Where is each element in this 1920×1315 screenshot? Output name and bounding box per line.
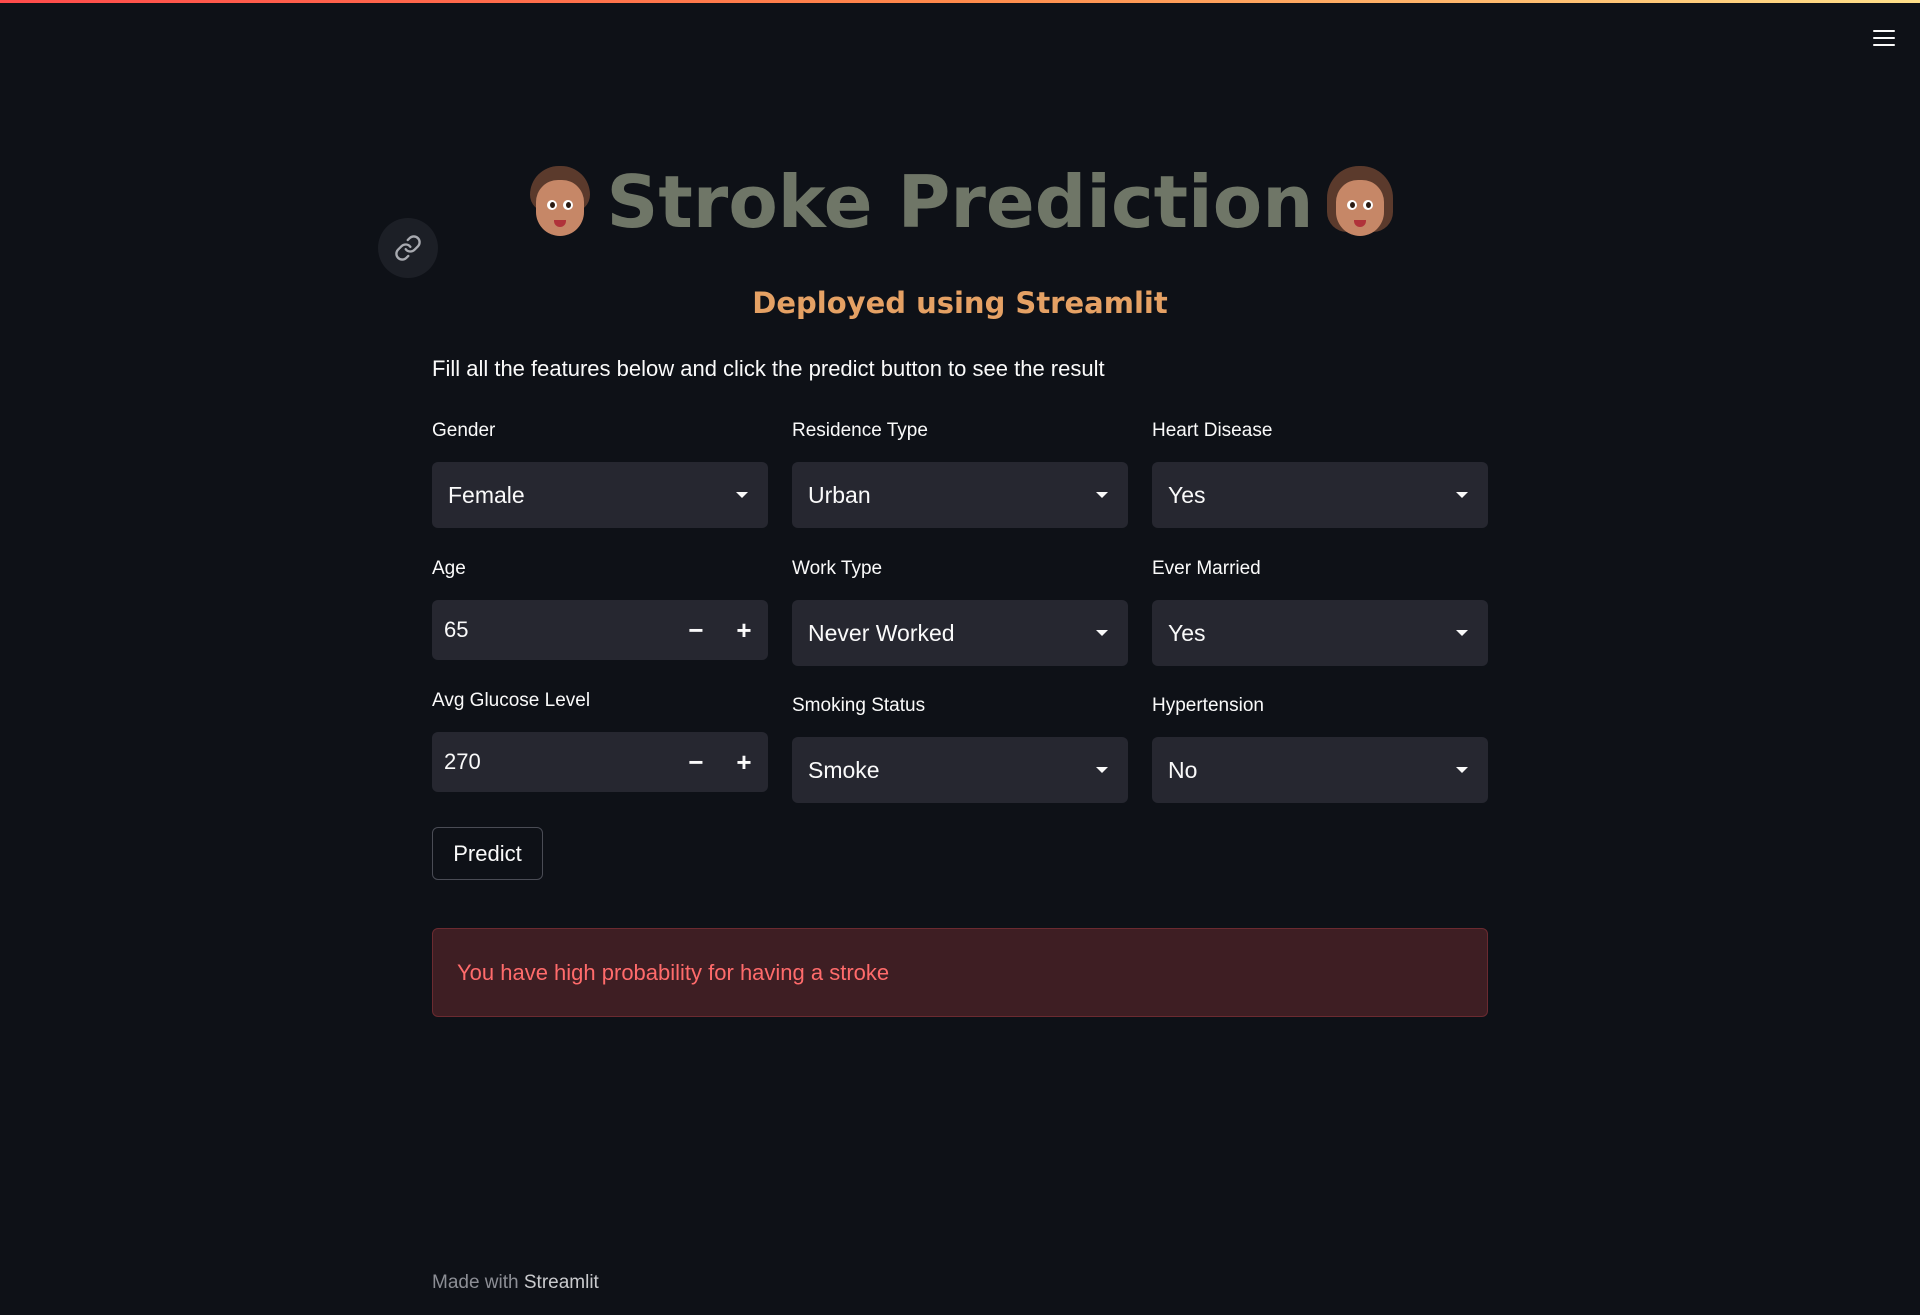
heart-disease-label: Heart Disease <box>1152 420 1273 441</box>
instructions-text: Fill all the features below and click th… <box>432 356 1105 381</box>
ever-married-select[interactable]: Yes <box>1152 600 1488 666</box>
avg-glucose-level-number-input: 270 − + <box>432 732 768 792</box>
predict-button[interactable]: Predict <box>432 827 543 880</box>
page-title: Stroke Prediction <box>606 160 1314 244</box>
residence-type-label: Residence Type <box>792 420 928 441</box>
hypertension-select[interactable]: No <box>1152 737 1488 803</box>
gender-label: Gender <box>432 420 496 441</box>
page-title-row: Stroke Prediction <box>0 160 1920 244</box>
gender-select-value: Female <box>448 481 525 508</box>
age-decrement-button[interactable]: − <box>672 600 720 660</box>
smoking-status-label: Smoking Status <box>792 695 926 716</box>
footer-streamlit-link[interactable]: Streamlit <box>524 1272 599 1293</box>
footer: Made with Streamlit <box>432 1272 599 1294</box>
page-subtitle: Deployed using Streamlit <box>752 286 1168 320</box>
chevron-down-icon <box>1456 767 1468 773</box>
ever-married-label: Ever Married <box>1152 558 1261 579</box>
man-face-emoji-icon <box>527 166 593 238</box>
top-decoration-bar <box>0 0 1920 3</box>
smoking-status-select-value: Smoke <box>808 756 880 783</box>
chevron-down-icon <box>1096 630 1108 636</box>
smoking-status-select[interactable]: Smoke <box>792 737 1128 803</box>
result-message: You have high probability for having a s… <box>457 959 890 985</box>
heart-disease-select[interactable]: Yes <box>1152 462 1488 528</box>
woman-face-emoji-icon <box>1327 166 1394 238</box>
age-input-value[interactable]: 65 <box>432 617 672 643</box>
ever-married-select-value: Yes <box>1168 619 1206 646</box>
chevron-down-icon <box>1096 492 1108 498</box>
age-increment-button[interactable]: + <box>720 600 768 660</box>
footer-prefix: Made with <box>432 1272 524 1293</box>
chevron-down-icon <box>1456 492 1468 498</box>
hamburger-menu-icon <box>1873 25 1895 51</box>
residence-type-select[interactable]: Urban <box>792 462 1128 528</box>
chevron-down-icon <box>1456 630 1468 636</box>
residence-type-select-value: Urban <box>808 481 871 508</box>
hypertension-label: Hypertension <box>1152 695 1264 716</box>
work-type-label: Work Type <box>792 558 883 579</box>
heart-disease-select-value: Yes <box>1168 481 1206 508</box>
title-anchor-link-button[interactable] <box>378 218 438 278</box>
avg-glucose-level-increment-button[interactable]: + <box>720 732 768 792</box>
work-type-select-value: Never Worked <box>808 619 955 646</box>
main-menu-button[interactable] <box>1864 22 1904 54</box>
work-type-select[interactable]: Never Worked <box>792 600 1128 666</box>
avg-glucose-level-label: Avg Glucose Level <box>432 690 591 711</box>
chevron-down-icon <box>1096 767 1108 773</box>
chevron-down-icon <box>736 492 748 498</box>
age-label: Age <box>432 558 466 579</box>
avg-glucose-level-input-value[interactable]: 270 <box>432 749 672 775</box>
link-icon <box>395 235 421 261</box>
avg-glucose-level-decrement-button[interactable]: − <box>672 732 720 792</box>
hypertension-select-value: No <box>1168 756 1198 783</box>
gender-select[interactable]: Female <box>432 462 768 528</box>
age-number-input: 65 − + <box>432 600 768 660</box>
result-error-alert: You have high probability for having a s… <box>432 928 1488 1017</box>
